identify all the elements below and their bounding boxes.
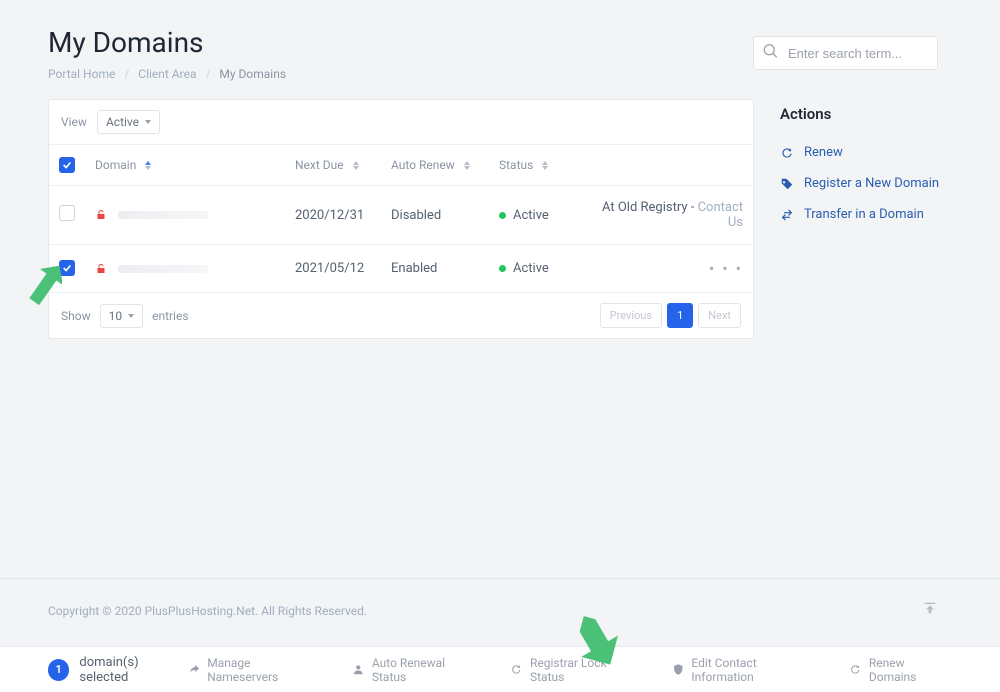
column-status[interactable]: Status: [489, 145, 589, 186]
breadcrumb-home[interactable]: Portal Home: [48, 67, 115, 81]
lock-open-icon: [95, 263, 107, 275]
status-text: Active: [513, 208, 549, 223]
pager-next-button[interactable]: Next: [698, 303, 741, 328]
auto-renewal-label: Auto Renewal Status: [372, 656, 479, 684]
cell-next-due: 2020/12/31: [285, 186, 381, 245]
status-dot-icon: [499, 212, 506, 219]
selection-count-badge: 1: [48, 659, 69, 681]
share-icon: [188, 663, 201, 676]
domains-panel: View Active: [48, 99, 754, 339]
cell-auto-renew: Enabled: [381, 245, 489, 293]
renew-domains-label: Renew Domains: [869, 656, 952, 684]
row-actions-menu[interactable]: • • •: [589, 245, 753, 293]
refresh-icon: [780, 146, 794, 160]
entries-label: entries: [152, 309, 188, 323]
action-register-label: Register a New Domain: [804, 176, 939, 191]
table-row[interactable]: 2021/05/12 Enabled Active • • •: [49, 245, 753, 293]
manage-nameservers-button[interactable]: Manage Nameservers: [188, 656, 321, 684]
breadcrumb-client-area[interactable]: Client Area: [138, 67, 196, 81]
action-renew[interactable]: Renew: [780, 137, 970, 168]
view-filter-value: Active: [106, 115, 139, 129]
table-row[interactable]: 2020/12/31 Disabled Active At Old Regist…: [49, 186, 753, 245]
copyright: Copyright © 2020 PlusPlusHosting.Net. Al…: [48, 604, 367, 618]
domain-name-redacted: [118, 211, 208, 219]
domain-name-redacted: [118, 265, 208, 273]
page-size-dropdown[interactable]: 10: [100, 304, 144, 328]
cell-status: Active: [489, 186, 589, 245]
sort-icon: [542, 161, 548, 170]
show-label: Show: [61, 309, 91, 323]
action-transfer-label: Transfer in a Domain: [804, 207, 924, 222]
sort-icon: [464, 161, 470, 170]
sort-icon: [353, 161, 359, 170]
column-status-label: Status: [499, 158, 533, 172]
column-auto-renew-label: Auto Renew: [391, 158, 455, 172]
contact-us-link[interactable]: Contact Us: [698, 200, 743, 230]
selection-text: domain(s) selected: [79, 655, 187, 685]
sort-icon: [145, 161, 151, 170]
tag-icon: [780, 177, 794, 191]
action-register[interactable]: Register a New Domain: [780, 168, 970, 199]
column-domain[interactable]: Domain: [85, 145, 285, 186]
registry-note: At Old Registry -: [602, 200, 698, 215]
lock-open-icon: [95, 209, 107, 221]
page-size-value: 10: [109, 309, 123, 323]
auto-renewal-button[interactable]: Auto Renewal Status: [352, 656, 478, 684]
status-dot-icon: [499, 265, 506, 272]
breadcrumb-sep: /: [205, 67, 210, 81]
pager-prev-button[interactable]: Previous: [600, 303, 662, 328]
row-checkbox[interactable]: [59, 205, 75, 221]
chevron-down-icon: [145, 120, 151, 124]
column-auto-renew[interactable]: Auto Renew: [381, 145, 489, 186]
person-icon: [352, 663, 365, 676]
refresh-icon: [849, 663, 862, 676]
column-next-due[interactable]: Next Due: [285, 145, 381, 186]
action-transfer[interactable]: Transfer in a Domain: [780, 199, 970, 230]
cell-next-due: 2021/05/12: [285, 245, 381, 293]
status-text: Active: [513, 261, 549, 276]
renew-domains-button[interactable]: Renew Domains: [849, 656, 952, 684]
chevron-down-icon: [128, 314, 134, 318]
shield-icon: [672, 663, 685, 676]
transfer-icon: [780, 208, 794, 222]
selection-bar: 1 domain(s) selected Manage Nameservers …: [0, 646, 1000, 692]
breadcrumb-current: My Domains: [219, 67, 286, 81]
refresh-icon: [510, 663, 523, 676]
edit-contact-button[interactable]: Edit Contact Information: [672, 656, 817, 684]
search-input[interactable]: [753, 36, 938, 70]
action-renew-label: Renew: [804, 145, 843, 160]
manage-nameservers-label: Manage Nameservers: [207, 656, 320, 684]
domains-table: Domain Next Due Auto Renew: [49, 145, 753, 293]
view-label: View: [61, 115, 87, 129]
column-next-due-label: Next Due: [295, 158, 344, 172]
select-all-checkbox[interactable]: [59, 157, 75, 173]
actions-title: Actions: [780, 105, 970, 123]
column-domain-label: Domain: [95, 158, 136, 172]
divider: [0, 578, 1000, 579]
cell-auto-renew: Disabled: [381, 186, 489, 245]
pagination: Previous 1 Next: [600, 303, 741, 328]
breadcrumb-sep: /: [124, 67, 129, 81]
cell-status: Active: [489, 245, 589, 293]
scroll-to-top-button[interactable]: [922, 600, 938, 620]
pager-page-button[interactable]: 1: [667, 303, 693, 328]
view-filter-dropdown[interactable]: Active: [97, 110, 160, 134]
edit-contact-label: Edit Contact Information: [691, 656, 817, 684]
search-icon: [763, 44, 778, 63]
